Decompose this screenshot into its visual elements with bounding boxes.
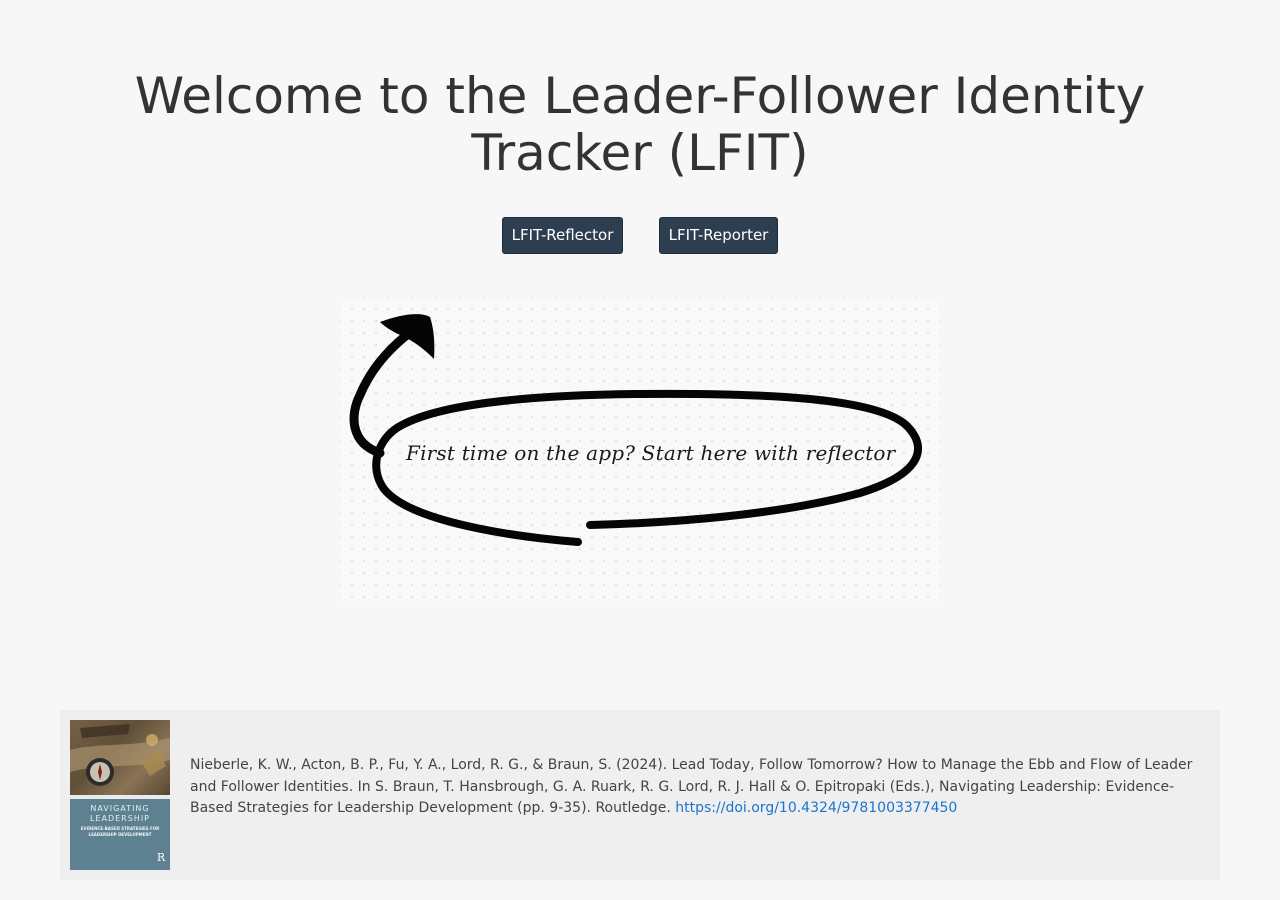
cover-subtitle: EVIDENCE-BASED STRATEGIES FOR LEADERSHIP… xyxy=(80,826,160,837)
doi-link[interactable]: https://doi.org/10.4324/9781003377450 xyxy=(675,800,957,816)
cover-title-panel: NAVIGATING LEADERSHIP EVIDENCE-BASED STR… xyxy=(70,799,170,870)
lfit-reporter-button[interactable]: LFIT-Reporter xyxy=(659,217,778,254)
hint-text: First time on the app? Start here with r… xyxy=(406,441,896,465)
landing-page: Welcome to the Leader-Follower Identity … xyxy=(0,0,1280,900)
lfit-reflector-button[interactable]: LFIT-Reflector xyxy=(502,217,623,254)
publisher-logo-icon: R xyxy=(156,851,166,864)
citation: Nieberle, K. W., Acton, B. P., Fu, Y. A.… xyxy=(190,755,1200,820)
book-cover-image: NAVIGATING LEADERSHIP EVIDENCE-BASED STR… xyxy=(70,720,170,870)
cover-title: NAVIGATING LEADERSHIP xyxy=(89,804,151,823)
reference-footer: NAVIGATING LEADERSHIP EVIDENCE-BASED STR… xyxy=(60,710,1220,880)
first-time-hint-image: First time on the app? Start here with r… xyxy=(340,297,940,607)
compass-icon xyxy=(70,720,170,795)
cover-photo xyxy=(70,720,170,795)
app-navigation: LFIT-Reflector LFIT-Reporter xyxy=(0,217,1280,254)
page-title: Welcome to the Leader-Follower Identity … xyxy=(134,67,1146,182)
